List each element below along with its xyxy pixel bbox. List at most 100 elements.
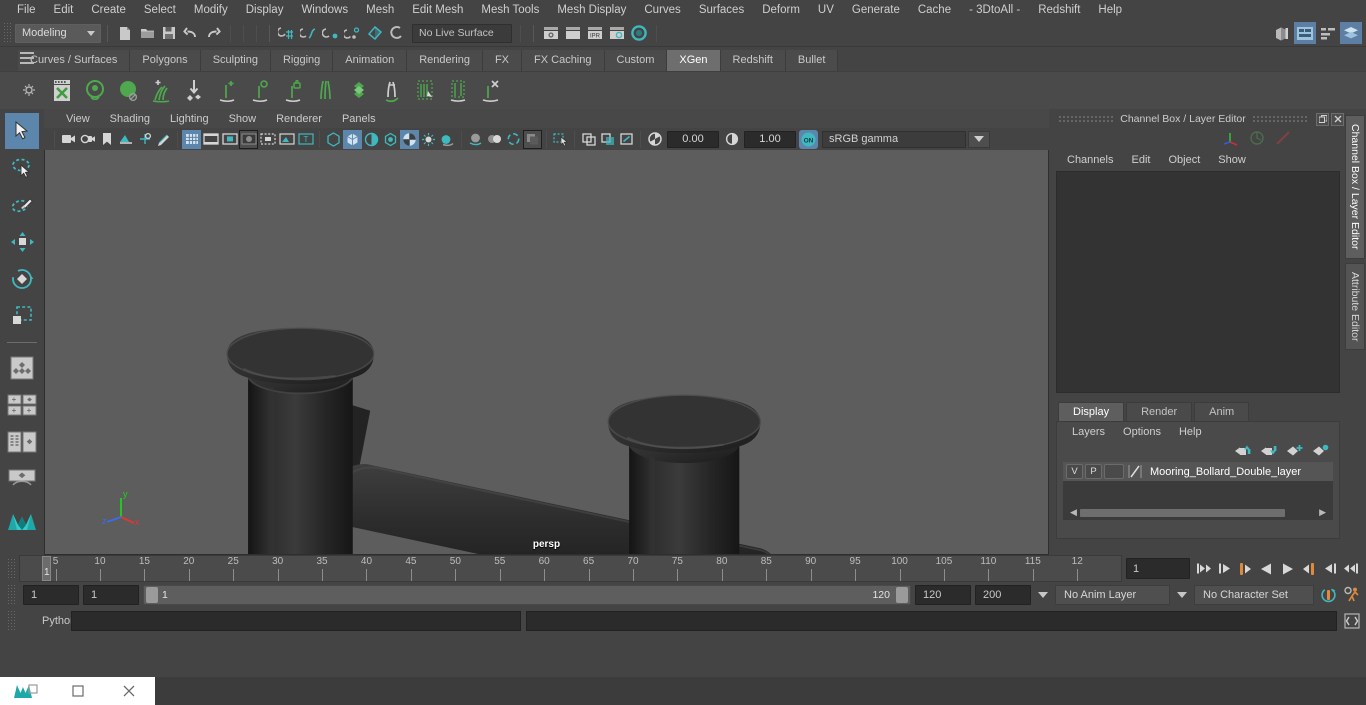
textured-icon[interactable] bbox=[400, 129, 419, 149]
smooth-shade-all-icon[interactable] bbox=[343, 129, 362, 149]
motion-blur-icon[interactable] bbox=[485, 130, 504, 149]
2d-pan-zoom-icon[interactable] bbox=[135, 130, 154, 149]
color-management-dropdown-arrow[interactable] bbox=[968, 130, 990, 148]
animation-end-field[interactable]: 200 bbox=[975, 585, 1031, 605]
shelf-options-gear-icon[interactable] bbox=[22, 83, 36, 97]
menu-file[interactable]: File bbox=[8, 1, 45, 19]
snap-to-point-icon[interactable] bbox=[320, 22, 342, 44]
dock-grip-right[interactable] bbox=[1251, 115, 1308, 123]
wireframe-icon[interactable] bbox=[324, 130, 343, 149]
xgen-add-length-modifier-icon[interactable] bbox=[211, 74, 242, 107]
show-hide-channel-box-icon[interactable] bbox=[1340, 22, 1362, 44]
maya-app-icon[interactable] bbox=[0, 677, 52, 705]
menu-3dtoall[interactable]: - 3DtoAll - bbox=[960, 1, 1029, 19]
menu-curves[interactable]: Curves bbox=[635, 1, 689, 19]
menu-redshift[interactable]: Redshift bbox=[1029, 1, 1089, 19]
shelf-tab-curves-surfaces[interactable]: Curves / Surfaces bbox=[18, 50, 131, 71]
menu-edit[interactable]: Edit bbox=[45, 1, 83, 19]
camera-attributes-icon[interactable] bbox=[78, 130, 97, 149]
xgen-add-coil-modifier-icon[interactable] bbox=[343, 74, 374, 107]
character-set-caret-icon[interactable] bbox=[1174, 592, 1190, 598]
xgen-editor-icon[interactable] bbox=[46, 74, 77, 107]
title-safe-icon[interactable]: T bbox=[296, 130, 315, 149]
undo-icon[interactable] bbox=[180, 22, 202, 44]
screen-space-ao-icon[interactable] bbox=[466, 130, 485, 149]
snap-to-projected-center-icon[interactable] bbox=[342, 22, 364, 44]
scroll-thumb[interactable] bbox=[1080, 508, 1285, 517]
save-scene-icon[interactable] bbox=[158, 22, 180, 44]
menu-surfaces[interactable]: Surfaces bbox=[690, 1, 753, 19]
shelf-tab-bullet[interactable]: Bullet bbox=[785, 50, 839, 71]
show-hide-attribute-editor-icon[interactable] bbox=[1294, 22, 1316, 44]
vtab-channel-box-layer-editor[interactable]: Channel Box / Layer Editor bbox=[1345, 115, 1365, 259]
step-back-key-icon[interactable] bbox=[1236, 558, 1255, 580]
undock-icon[interactable] bbox=[1316, 112, 1329, 126]
menu-deform[interactable]: Deform bbox=[753, 1, 809, 19]
create-empty-layer-icon[interactable] bbox=[1286, 444, 1303, 459]
xgen-place-icon[interactable] bbox=[178, 74, 209, 107]
menu-mesh-tools[interactable]: Mesh Tools bbox=[472, 1, 548, 19]
xray-joints-icon[interactable] bbox=[598, 130, 617, 149]
play-forwards-icon[interactable] bbox=[1278, 558, 1297, 580]
film-gate-icon[interactable] bbox=[201, 130, 220, 149]
scroll-right-arrow-icon[interactable]: ▶ bbox=[1319, 507, 1326, 518]
layer-menu-layers[interactable]: Layers bbox=[1063, 424, 1114, 441]
layer-list[interactable]: V P Mooring_Bollard_Double_layer ◀ ▶ bbox=[1063, 462, 1333, 520]
layer-menu-help[interactable]: Help bbox=[1170, 424, 1211, 441]
range-handle-left[interactable] bbox=[146, 587, 158, 603]
render-settings-icon[interactable] bbox=[606, 22, 628, 44]
menu-modify[interactable]: Modify bbox=[185, 1, 237, 19]
bookmark-icon[interactable] bbox=[97, 130, 116, 149]
gate-mask-icon[interactable] bbox=[239, 129, 258, 149]
command-output-field[interactable] bbox=[526, 611, 1337, 631]
select-camera-icon[interactable] bbox=[59, 130, 78, 149]
menu-edit-mesh[interactable]: Edit Mesh bbox=[403, 1, 472, 19]
open-scene-icon[interactable] bbox=[136, 22, 158, 44]
xgen-create-sphere-icon[interactable] bbox=[112, 74, 143, 107]
shelf-tab-sculpting[interactable]: Sculpting bbox=[200, 50, 271, 71]
shaded-wireframe-icon[interactable] bbox=[362, 130, 381, 149]
layer-display-type-toggle[interactable] bbox=[1104, 464, 1124, 479]
resolution-gate-icon[interactable] bbox=[220, 130, 239, 149]
snap-to-view-plane-icon[interactable] bbox=[364, 22, 386, 44]
layer-name[interactable]: Mooring_Bollard_Double_layer bbox=[1150, 466, 1301, 478]
menu-create[interactable]: Create bbox=[82, 1, 135, 19]
range-handle-right[interactable] bbox=[896, 587, 908, 603]
show-hide-tool-settings-icon[interactable] bbox=[1317, 22, 1339, 44]
move-layer-up-icon[interactable] bbox=[1234, 444, 1251, 459]
step-forward-frame-icon[interactable] bbox=[1320, 558, 1339, 580]
command-input-field[interactable] bbox=[71, 611, 521, 631]
menu-cache[interactable]: Cache bbox=[909, 1, 960, 19]
menu-windows[interactable]: Windows bbox=[292, 1, 357, 19]
menu-set-selector[interactable]: Modeling bbox=[15, 23, 101, 43]
range-slider-grip[interactable] bbox=[7, 584, 16, 606]
xgen-add-clumping-modifier-icon[interactable] bbox=[277, 74, 308, 107]
script-editor-icon[interactable] bbox=[1342, 611, 1362, 631]
dock-grip-left[interactable] bbox=[1058, 115, 1115, 123]
tab-display[interactable]: Display bbox=[1058, 402, 1125, 421]
vtab-attribute-editor[interactable]: Attribute Editor bbox=[1345, 262, 1365, 350]
attribute-editor-icon[interactable] bbox=[1248, 130, 1266, 149]
shelf-tab-polygons[interactable]: Polygons bbox=[130, 50, 201, 71]
xray-active-components-icon[interactable] bbox=[617, 130, 636, 149]
shelf-tab-redshift[interactable]: Redshift bbox=[720, 50, 786, 71]
viewport-menu-show[interactable]: Show bbox=[219, 111, 267, 127]
exposure-icon[interactable] bbox=[645, 130, 664, 149]
menu-select[interactable]: Select bbox=[135, 1, 185, 19]
go-to-end-icon[interactable] bbox=[1341, 558, 1360, 580]
channel-box-menu-channels[interactable]: Channels bbox=[1058, 151, 1122, 169]
shelf-tab-custom[interactable]: Custom bbox=[604, 50, 668, 71]
layer-playback-toggle[interactable]: P bbox=[1085, 464, 1102, 479]
image-plane-icon[interactable] bbox=[116, 130, 135, 149]
rotate-tool[interactable] bbox=[5, 261, 39, 297]
xgen-density-tool-icon[interactable] bbox=[442, 74, 473, 107]
status-bar-grip[interactable] bbox=[3, 22, 12, 44]
four-view-layout[interactable] bbox=[5, 350, 39, 386]
safe-action-icon[interactable] bbox=[277, 130, 296, 149]
menu-generate[interactable]: Generate bbox=[843, 1, 909, 19]
use-all-lights-icon[interactable] bbox=[419, 130, 438, 149]
xray-icon[interactable] bbox=[579, 130, 598, 149]
play-backwards-icon[interactable] bbox=[1257, 558, 1276, 580]
channel-box-icon[interactable] bbox=[1222, 130, 1240, 149]
menu-help[interactable]: Help bbox=[1089, 1, 1131, 19]
